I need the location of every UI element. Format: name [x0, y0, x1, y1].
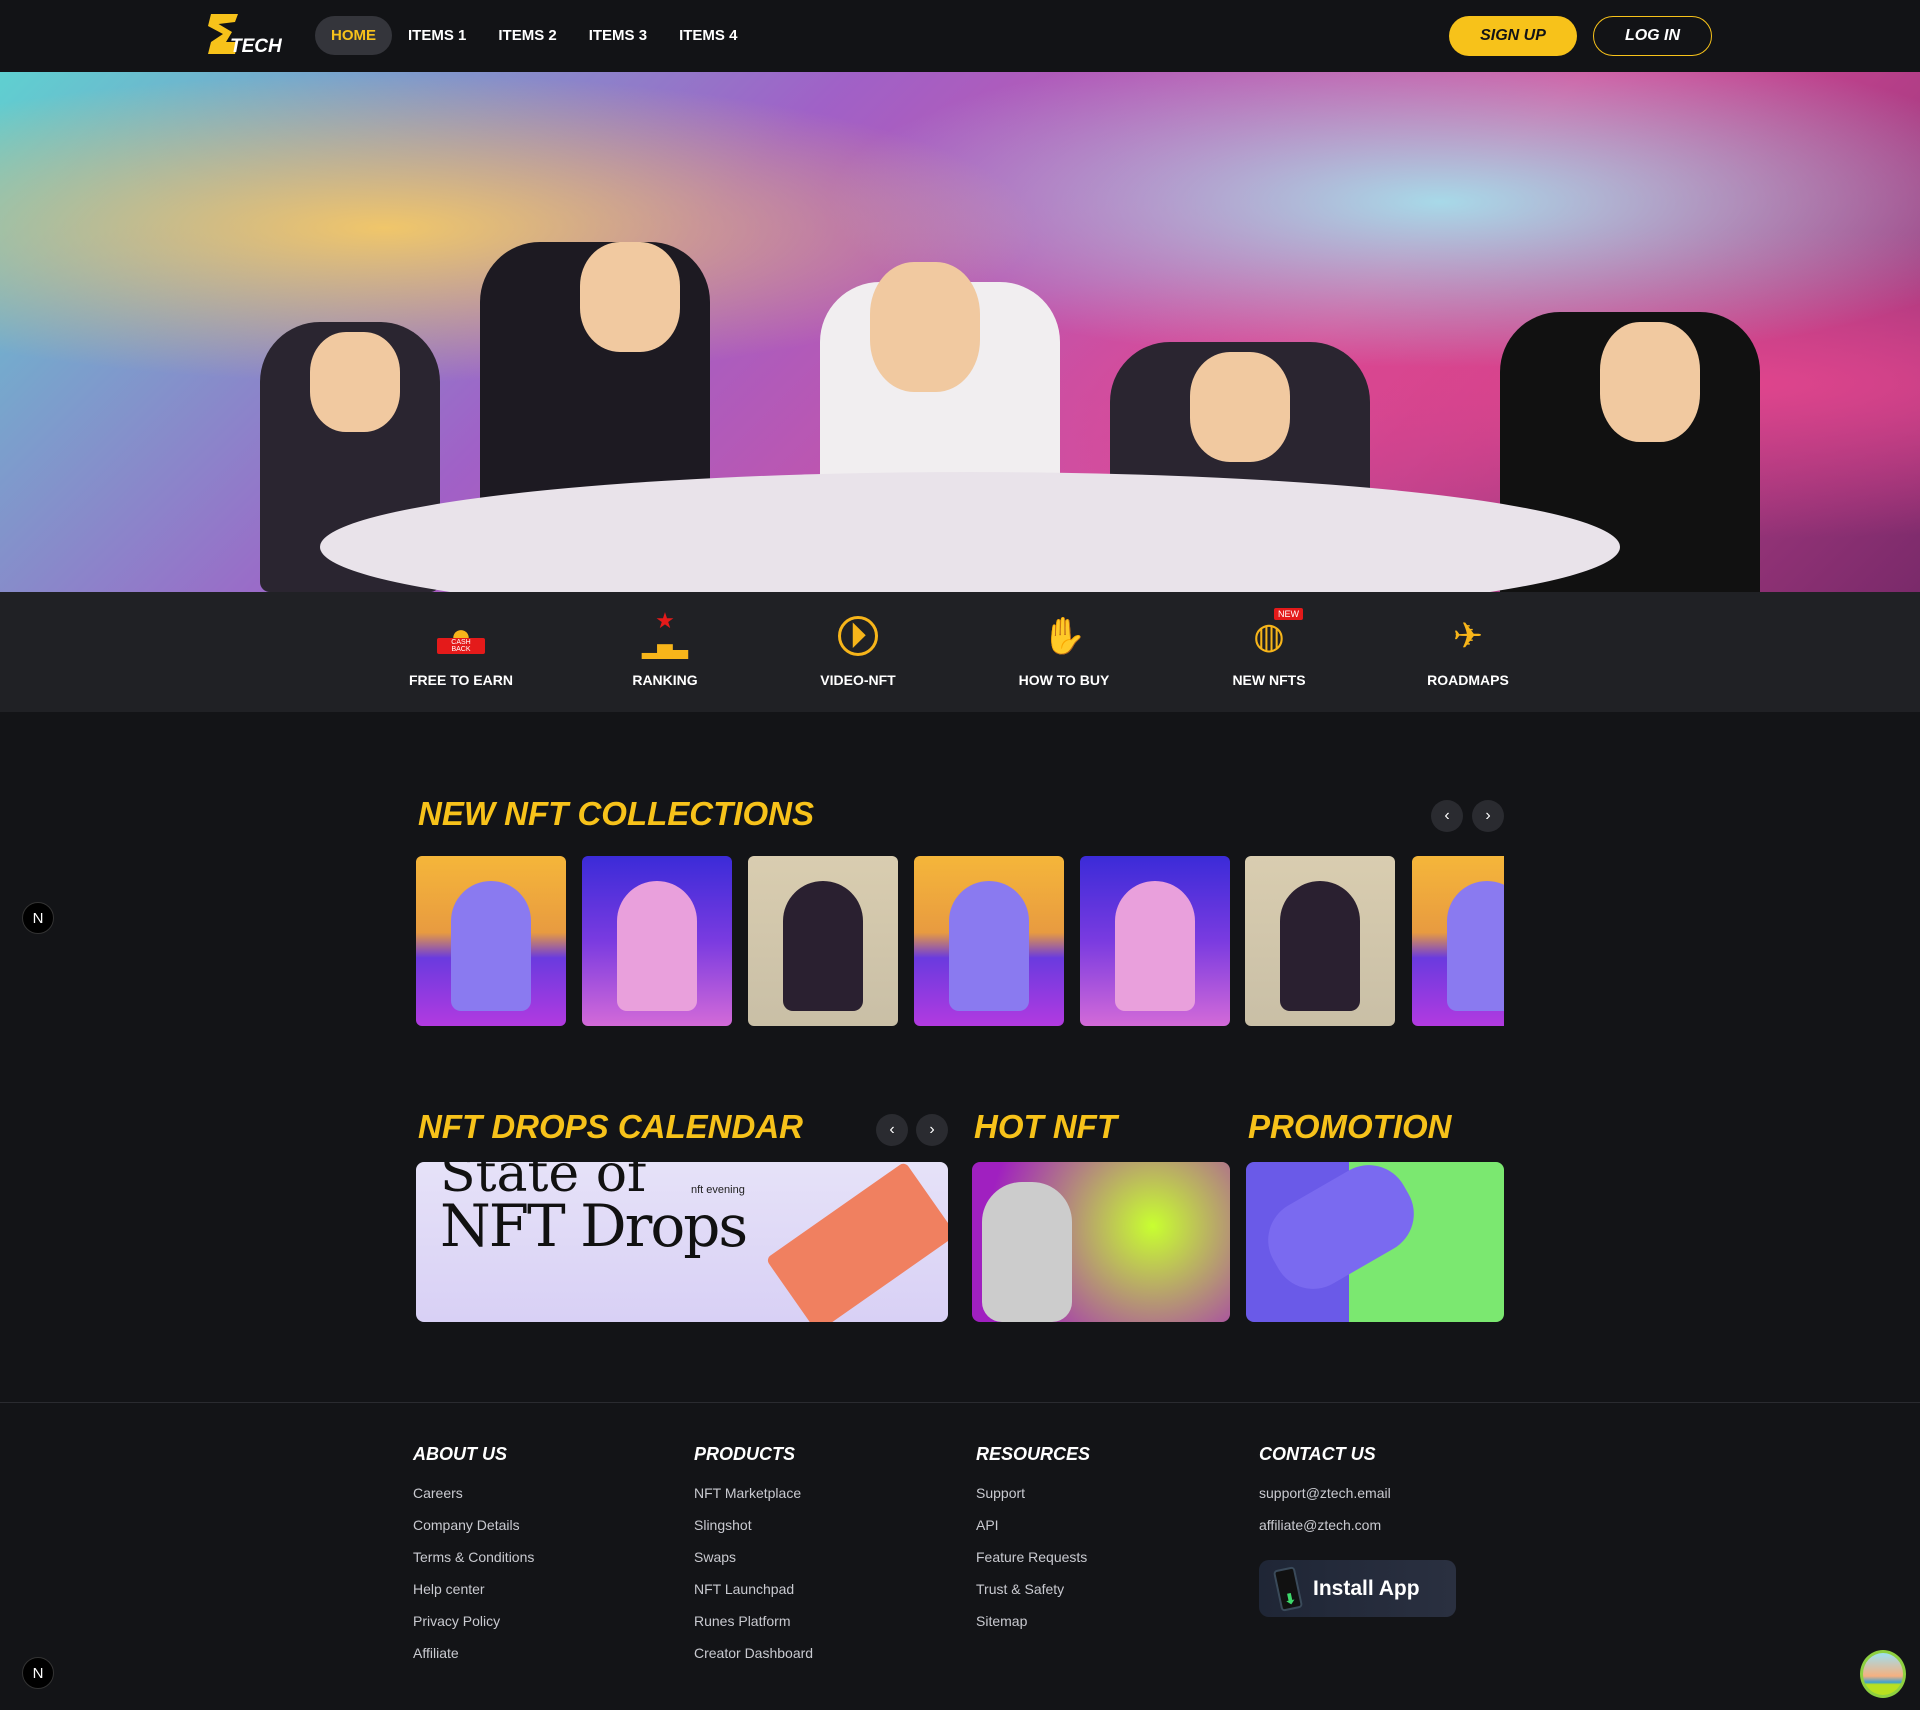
hero-banner[interactable] — [0, 72, 1920, 592]
new-badge: NEW — [1274, 608, 1303, 620]
hero-face — [870, 262, 980, 392]
footer-resources: RESOURCES Support API Feature Requests T… — [976, 1444, 1090, 1645]
play-circle-icon: ⏵ — [834, 612, 882, 660]
cashback-badge: CASH BACK — [437, 638, 485, 654]
collections-prev-button[interactable]: ‹ — [1431, 800, 1463, 832]
nav-items-1[interactable]: ITEMS 1 — [392, 16, 482, 55]
footer-heading: RESOURCES — [976, 1444, 1091, 1464]
hero-face — [310, 332, 400, 432]
floating-n-button[interactable]: N — [22, 902, 54, 934]
nft-card[interactable] — [416, 856, 566, 1026]
footer-link-help-center[interactable]: Help center — [413, 1581, 534, 1613]
footer-link-privacy[interactable]: Privacy Policy — [413, 1613, 534, 1645]
quick-links-bar: ● CASH BACK FREE TO EARN ★ ▂▅▃ RANKING ⏵ VIDE… — [0, 592, 1920, 712]
cashback-coin-icon: ● CASH BACK — [437, 612, 485, 660]
nft-card[interactable] — [1245, 856, 1395, 1026]
beach-widget-icon[interactable] — [1860, 1650, 1906, 1698]
footer-about: ABOUT US Careers Company Details Terms &… — [413, 1444, 534, 1677]
quick-link-label: NEW NFTS — [1232, 672, 1306, 688]
footer-link-support[interactable]: Support — [976, 1485, 1090, 1517]
quick-link-label: ROADMAPS — [1427, 672, 1509, 688]
footer-link-sitemap[interactable]: Sitemap — [976, 1613, 1090, 1645]
logo-text: TECH — [230, 36, 282, 57]
footer-heading: CONTACT US — [1259, 1444, 1376, 1464]
nft-card[interactable] — [1080, 856, 1230, 1026]
promotion-banner[interactable] — [1246, 1162, 1504, 1322]
log-in-button[interactable]: LOG IN — [1593, 16, 1712, 56]
hero-face — [1600, 322, 1700, 442]
ztech-logo[interactable]: TECH — [206, 14, 282, 58]
hero-face — [1190, 352, 1290, 462]
quick-link-video-nft[interactable]: ⏵ VIDEO-NFT — [778, 612, 938, 689]
podium-icon: ★ ▂▅▃ — [641, 608, 689, 659]
sign-up-button[interactable]: SIGN UP — [1449, 16, 1577, 56]
nft-card[interactable] — [582, 856, 732, 1026]
plane-icon: ✈ — [1452, 615, 1484, 656]
quick-link-label: HOW TO BUY — [1018, 672, 1110, 688]
footer-link-nft-marketplace[interactable]: NFT Marketplace — [694, 1485, 813, 1517]
promotion-title: PROMOTION — [1248, 1108, 1452, 1145]
nft-card[interactable] — [914, 856, 1064, 1026]
footer-link-trust-safety[interactable]: Trust & Safety — [976, 1581, 1090, 1613]
quick-link-roadmaps[interactable]: ✈ ROADMAPS — [1388, 612, 1548, 688]
install-app-button[interactable]: ⬇ Install App — [1259, 1560, 1456, 1617]
footer-products: PRODUCTS NFT Marketplace Slingshot Swaps… — [694, 1444, 813, 1677]
hot-nft-banner[interactable] — [972, 1162, 1230, 1322]
nav-items-3[interactable]: ITEMS 3 — [573, 16, 663, 55]
footer-heading: PRODUCTS — [694, 1444, 796, 1464]
quick-link-label: FREE TO EARN — [409, 672, 513, 688]
nav-items-2[interactable]: ITEMS 2 — [482, 16, 572, 55]
footer-link-terms[interactable]: Terms & Conditions — [413, 1549, 534, 1581]
hero-face — [580, 242, 680, 352]
quick-link-new-nfts[interactable]: ◍ NEW NEW NFTS — [1189, 608, 1349, 688]
footer-link-careers[interactable]: Careers — [413, 1485, 534, 1517]
collections-title: NEW NFT COLLECTIONS — [418, 795, 814, 832]
install-app-label: Install App — [1313, 1576, 1420, 1600]
footer-link-affiliate[interactable]: Affiliate — [413, 1645, 534, 1677]
footer-divider — [0, 1402, 1920, 1403]
hot-nft-figure — [982, 1182, 1072, 1322]
hand-icon: ✋ — [1041, 615, 1087, 656]
drops-next-button[interactable]: › — [916, 1114, 948, 1146]
nft-card[interactable] — [748, 856, 898, 1026]
drops-prev-button[interactable]: ‹ — [876, 1114, 908, 1146]
nft-drops-banner[interactable]: State of NFT Drops nft evening — [416, 1162, 948, 1322]
collections-carousel — [416, 856, 1504, 1026]
nft-card[interactable] — [1412, 856, 1504, 1026]
nav-home[interactable]: HOME — [315, 16, 392, 55]
drops-title: NFT DROPS CALENDAR — [418, 1108, 803, 1145]
footer-link-swaps[interactable]: Swaps — [694, 1549, 813, 1581]
footer-link-api[interactable]: API — [976, 1517, 1090, 1549]
main-nav: HOME ITEMS 1 ITEMS 2 ITEMS 3 ITEMS 4 — [315, 16, 753, 55]
nav-items-4[interactable]: ITEMS 4 — [663, 16, 753, 55]
globe-icon: ◍ NEW — [1245, 608, 1303, 660]
quick-link-how-to-buy[interactable]: ✋ HOW TO BUY — [984, 612, 1144, 688]
nft-evening-brand: nft evening — [691, 1184, 745, 1196]
quick-link-label: VIDEO-NFT — [820, 672, 896, 688]
footer-link-affiliate-email[interactable]: affiliate@ztech.com — [1259, 1517, 1391, 1549]
footer-heading: ABOUT US — [413, 1444, 507, 1464]
header: TECH HOME ITEMS 1 ITEMS 2 ITEMS 3 ITEMS … — [0, 0, 1920, 72]
footer-link-runes-platform[interactable]: Runes Platform — [694, 1613, 813, 1645]
hot-nft-title: HOT NFT — [974, 1108, 1117, 1145]
footer-link-nft-launchpad[interactable]: NFT Launchpad — [694, 1581, 813, 1613]
phone-download-icon: ⬇ — [1272, 1565, 1304, 1612]
promotion-figure — [1253, 1162, 1429, 1304]
footer-link-slingshot[interactable]: Slingshot — [694, 1517, 813, 1549]
quick-link-free-to-earn[interactable]: ● CASH BACK FREE TO EARN — [381, 612, 541, 688]
footer-link-support-email[interactable]: support@ztech.email — [1259, 1485, 1391, 1517]
floating-n-button[interactable]: N — [22, 1657, 54, 1689]
quick-link-ranking[interactable]: ★ ▂▅▃ RANKING — [585, 608, 745, 688]
footer-link-company-details[interactable]: Company Details — [413, 1517, 534, 1549]
footer-contact: CONTACT US support@ztech.email affiliate… — [1259, 1444, 1391, 1549]
footer-link-feature-requests[interactable]: Feature Requests — [976, 1549, 1090, 1581]
ticket-graphic — [765, 1162, 948, 1322]
collections-next-button[interactable]: › — [1472, 800, 1504, 832]
footer-link-creator-dashboard[interactable]: Creator Dashboard — [694, 1645, 813, 1677]
quick-link-label: RANKING — [632, 672, 698, 688]
drops-banner-line2: NFT Drops — [440, 1192, 748, 1260]
